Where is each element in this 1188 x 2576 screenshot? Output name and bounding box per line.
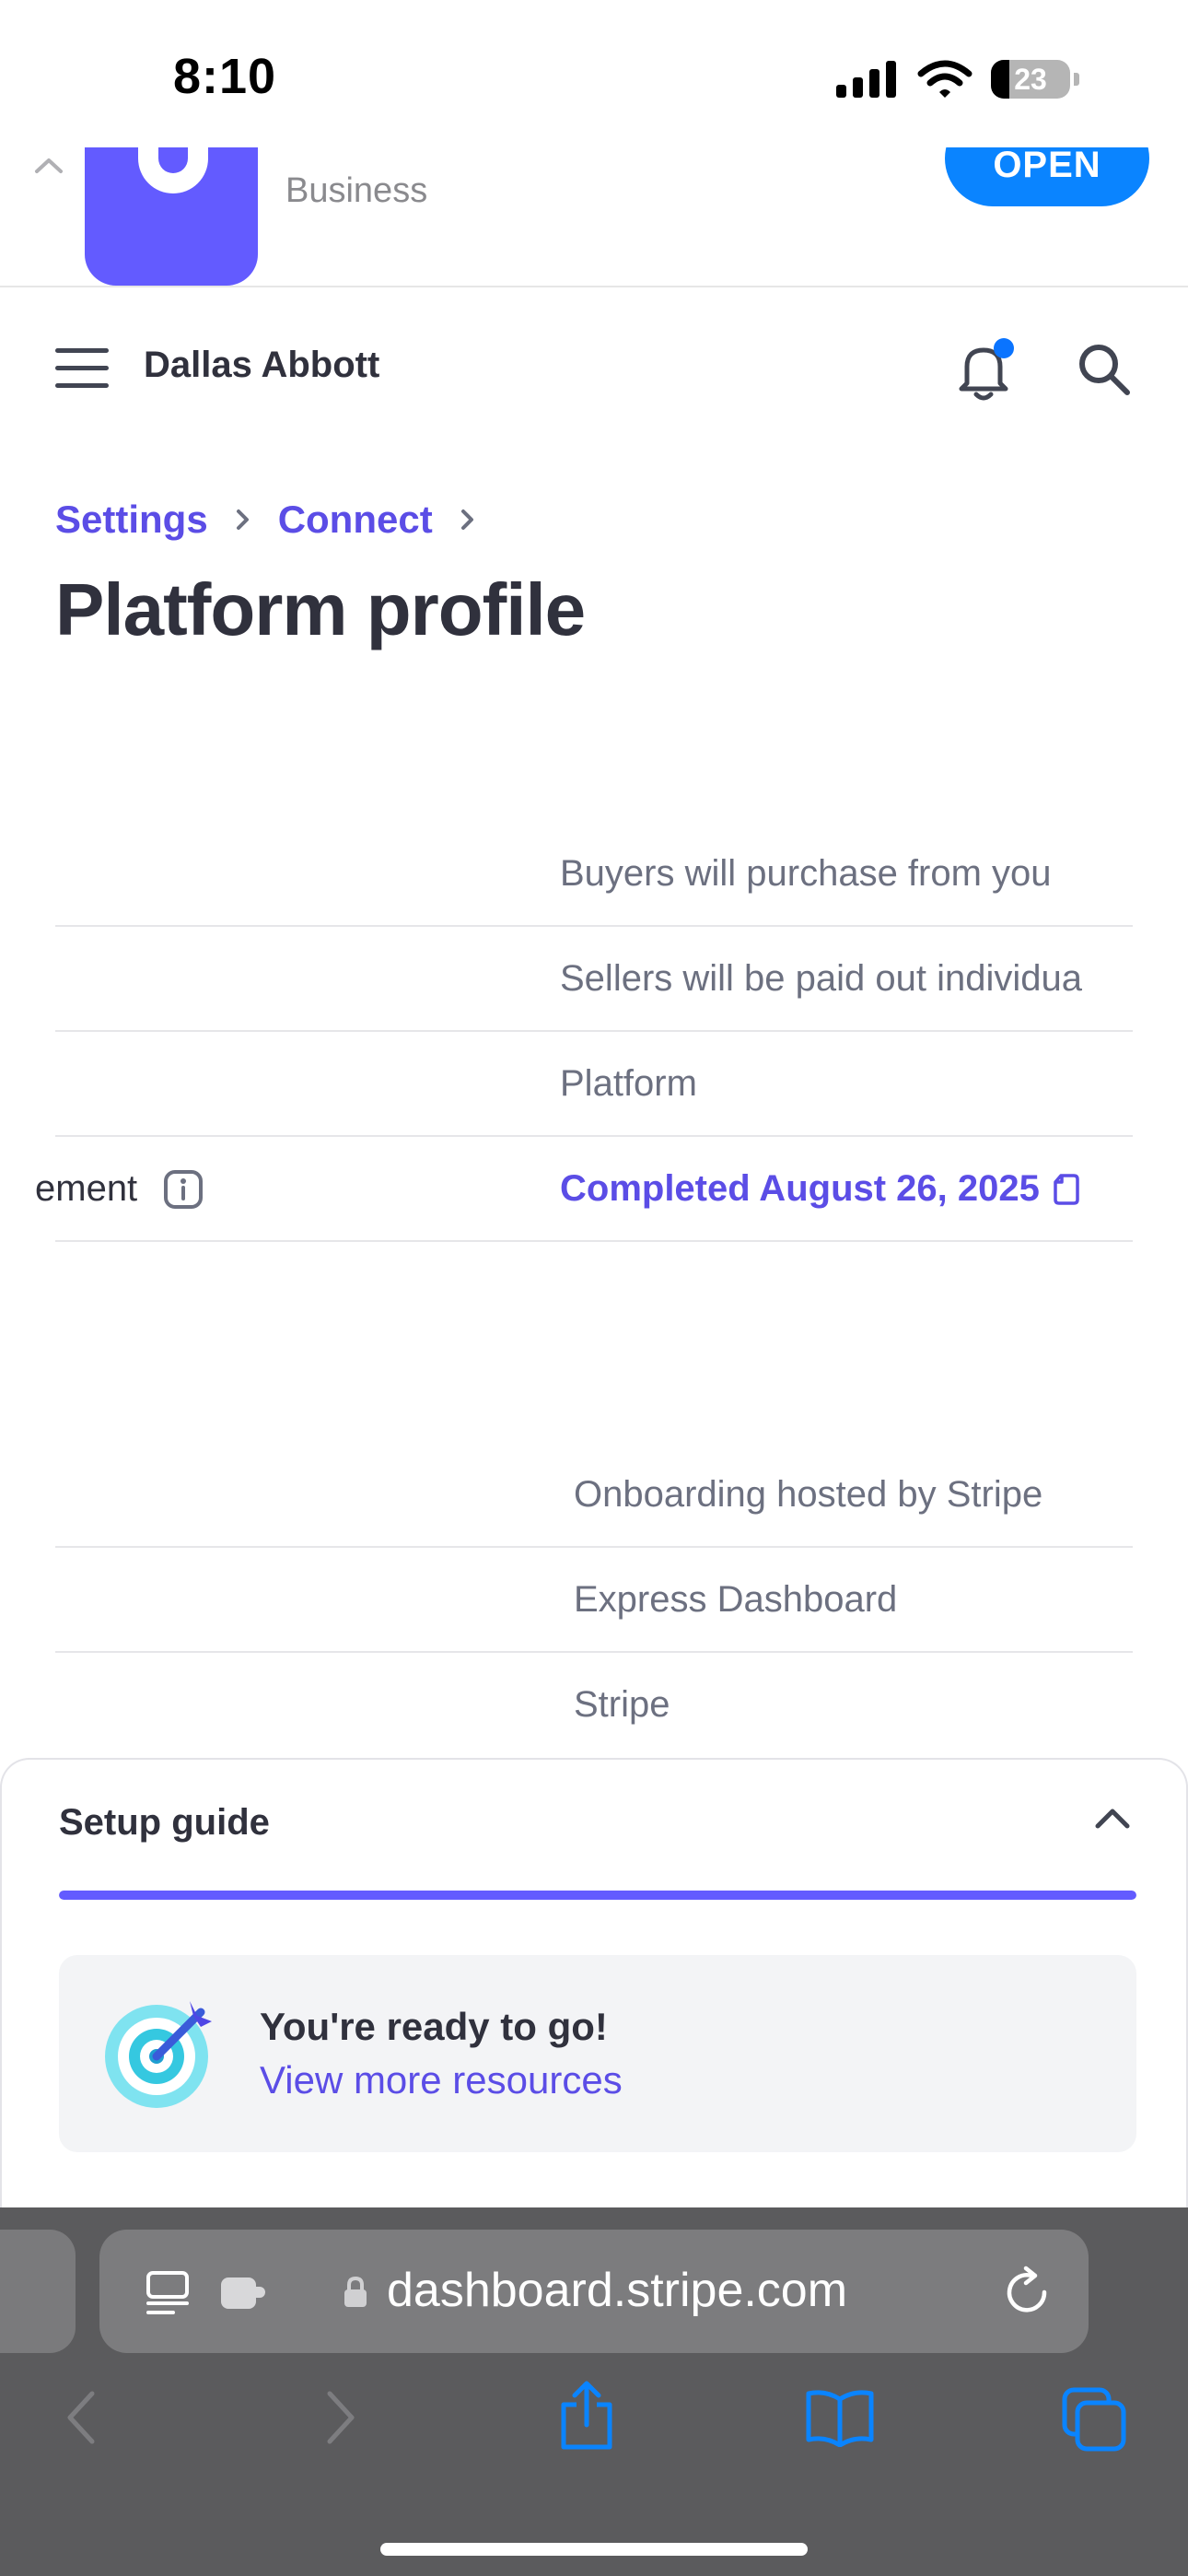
chevron-right-icon (460, 508, 475, 532)
agreement-link[interactable]: Completed August 26, 2025 (560, 1168, 1133, 1210)
setup-guide-title[interactable]: Setup guide (59, 1802, 270, 1844)
view-resources-link[interactable]: View more resources (260, 2058, 623, 2102)
bell-icon[interactable] (954, 337, 1015, 402)
row-value: Stripe (574, 1684, 670, 1725)
table-row: ement Completed August 26, 2025 (35, 1137, 1133, 1242)
forward-icon[interactable] (322, 2388, 359, 2447)
breadcrumb: Settings Connect (55, 498, 475, 542)
lock-icon (344, 2276, 367, 2307)
status-time: 8:10 (173, 49, 277, 104)
table-row: Express Dashboard (55, 1548, 1133, 1653)
table-row: Buyers will purchase from you (55, 822, 1133, 927)
extension-icon[interactable] (219, 2274, 269, 2311)
battery-level: 23 (1014, 62, 1047, 96)
page-title: Platform profile (55, 568, 586, 650)
setup-progress-fill (59, 1891, 1136, 1900)
tabs-icon[interactable] (1061, 2386, 1127, 2453)
row-value: Express Dashboard (574, 1579, 898, 1620)
row-value: Onboarding hosted by Stripe (574, 1474, 1043, 1515)
previous-tab-preview[interactable] (0, 2230, 76, 2353)
breadcrumb-connect[interactable]: Connect (278, 498, 433, 542)
target-icon (105, 2001, 212, 2108)
info-icon[interactable] (163, 1169, 204, 1210)
url-text[interactable]: dashboard.stripe.com (387, 2263, 847, 2318)
profile-details-table: Buyers will purchase from you Sellers wi… (35, 822, 1133, 1242)
row-value: Buyers will purchase from you (560, 853, 1052, 894)
status-bar: 8:10 23 (0, 0, 1188, 147)
reader-icon[interactable] (146, 2270, 190, 2316)
back-icon[interactable] (63, 2388, 99, 2447)
app-banner: Business OPEN (0, 147, 1188, 287)
account-name[interactable]: Dallas Abbott (144, 345, 379, 386)
safari-bottom-bar: dashboard.stripe.com (0, 2207, 1188, 2576)
share-icon[interactable] (558, 2379, 615, 2453)
row-label: ement (35, 1168, 204, 1210)
menu-icon[interactable] (55, 348, 109, 389)
ready-text: You're ready to go! (260, 2005, 608, 2048)
chevron-up-icon[interactable] (33, 157, 64, 175)
setup-progress-bar (59, 1891, 1136, 1900)
table-row: Platform (55, 1032, 1133, 1137)
row-label-text: ement (35, 1168, 138, 1209)
bookmarks-icon[interactable] (805, 2388, 875, 2447)
chevron-up-icon[interactable] (1094, 1806, 1131, 1830)
row-value: Platform (560, 1063, 697, 1104)
stripe-app-icon[interactable] (85, 147, 258, 286)
document-icon (1054, 1173, 1079, 1205)
table-row: Onboarding hosted by Stripe (55, 1443, 1133, 1548)
onboarding-details-table: Onboarding hosted by Stripe Express Dash… (55, 1443, 1133, 1758)
table-row: Stripe (55, 1653, 1133, 1758)
open-app-button[interactable]: OPEN (945, 147, 1149, 206)
table-row: Sellers will be paid out individua (55, 927, 1133, 1032)
agreement-link-text[interactable]: Completed August 26, 2025 (560, 1168, 1040, 1210)
chevron-right-icon (236, 508, 250, 532)
wifi-icon (917, 60, 973, 98)
reload-icon[interactable] (1004, 2265, 1052, 2316)
status-icons: 23 (836, 59, 1079, 100)
search-icon[interactable] (1076, 341, 1133, 398)
home-indicator (380, 2543, 808, 2556)
row-value: Sellers will be paid out individua (560, 958, 1082, 999)
safari-toolbar (0, 2381, 1188, 2499)
banner-subtitle: Business (285, 171, 428, 210)
setup-guide-panel: Setup guide You're ready to go! View mor… (0, 1758, 1188, 2209)
battery-icon: 23 (991, 60, 1070, 99)
breadcrumb-settings[interactable]: Settings (55, 498, 208, 542)
cellular-signal-icon (836, 61, 896, 98)
setup-complete-card: You're ready to go! View more resources (59, 1955, 1136, 2152)
notification-dot (994, 338, 1014, 358)
address-bar[interactable]: dashboard.stripe.com (99, 2230, 1089, 2353)
dashboard-header: Dallas Abbott (0, 313, 1188, 424)
